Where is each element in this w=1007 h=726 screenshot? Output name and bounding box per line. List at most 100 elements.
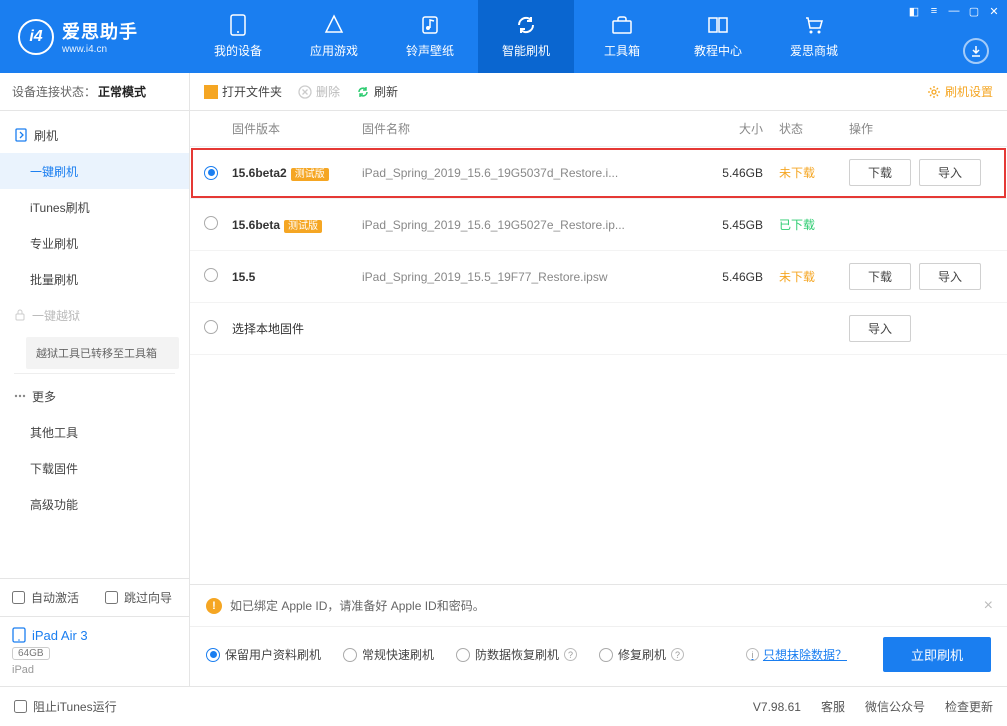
start-flash-button[interactable]: 立即刷机	[883, 637, 991, 672]
firmware-name: iPad_Spring_2019_15.6_19G5027e_Restore.i…	[362, 218, 691, 232]
toolbox-icon	[611, 14, 633, 36]
firmware-name: iPad_Spring_2019_15.5_19F77_Restore.ipsw	[362, 270, 691, 284]
firmware-size: 5.46GB	[691, 166, 763, 180]
more-icon	[14, 390, 26, 402]
auto-activate-label: 自动激活	[31, 589, 79, 606]
flash-icon	[14, 128, 28, 142]
sidebar-item-other-tools[interactable]: 其他工具	[0, 414, 189, 450]
logo-area: i4 爱思助手 www.i4.cn	[0, 0, 190, 73]
refresh-icon	[515, 14, 537, 36]
main-nav: 我的设备 应用游戏 铃声壁纸 智能刷机 工具箱 教程中心 爱思商城	[190, 0, 1007, 73]
sidebar-item-download-fw[interactable]: 下载固件	[0, 450, 189, 486]
download-button[interactable]: 下载	[849, 263, 911, 290]
block-itunes-label: 阻止iTunes运行	[33, 698, 117, 715]
nav-apps[interactable]: 应用游戏	[286, 0, 382, 73]
table-row[interactable]: 15.6beta 测试版 iPad_Spring_2019_15.6_19G5027…	[190, 199, 1007, 251]
close-icon[interactable]: ✕	[987, 4, 1001, 18]
col-size: 大小	[691, 120, 763, 137]
jailbreak-note: 越狱工具已转移至工具箱	[26, 337, 179, 369]
minimize-icon[interactable]: —	[947, 4, 961, 18]
wechat-link[interactable]: 微信公众号	[865, 698, 925, 715]
sidebar-jailbreak: 一键越狱	[0, 297, 189, 333]
col-status: 状态	[763, 120, 833, 137]
flash-options: 保留用户资料刷机 常规快速刷机 防数据恢复刷机? 修复刷机? i只想抹除数据？ …	[190, 626, 1007, 686]
auto-activate-checkbox[interactable]	[12, 591, 25, 604]
status-bar: 阻止iTunes运行 V7.98.61 客服 微信公众号 检查更新	[0, 686, 1007, 726]
sidebar-item-batch[interactable]: 批量刷机	[0, 261, 189, 297]
opt-repair[interactable]: 修复刷机?	[599, 646, 684, 663]
download-manager-icon[interactable]	[963, 38, 989, 64]
block-itunes-checkbox[interactable]	[14, 700, 27, 713]
tablet-icon	[12, 627, 26, 643]
help-icon[interactable]: ?	[564, 648, 577, 661]
download-button[interactable]: 下载	[849, 159, 911, 186]
table-row[interactable]: 15.5 iPad_Spring_2019_15.5_19F77_Restore.…	[190, 251, 1007, 303]
nav-tutorial[interactable]: 教程中心	[670, 0, 766, 73]
erase-link[interactable]: i只想抹除数据？	[746, 646, 847, 663]
support-link[interactable]: 客服	[821, 698, 845, 715]
opt-anti-recovery[interactable]: 防数据恢复刷机?	[456, 646, 577, 663]
table-header: 固件版本 固件名称 大小 状态 操作	[190, 111, 1007, 147]
row-radio[interactable]	[204, 166, 218, 180]
version-label: V7.98.61	[753, 700, 801, 714]
import-button[interactable]: 导入	[919, 159, 981, 186]
col-name: 固件名称	[362, 120, 691, 137]
book-icon	[707, 14, 729, 36]
refresh-button[interactable]: 刷新	[356, 83, 398, 100]
warning-icon: !	[206, 598, 222, 614]
flash-settings-button[interactable]: 刷机设置	[927, 83, 993, 100]
firmware-version: 15.6beta	[232, 218, 280, 232]
window-controls: ◧ ≡ — ▢ ✕	[907, 4, 1001, 18]
row-radio[interactable]	[204, 268, 218, 282]
warning-close-icon[interactable]: ×	[984, 597, 993, 615]
firmware-size: 5.46GB	[691, 270, 763, 284]
col-ops: 操作	[833, 120, 993, 137]
firmware-version: 15.6beta2	[232, 166, 287, 180]
music-icon	[419, 14, 441, 36]
table-row[interactable]: 15.6beta2测试版iPad_Spring_2019_15.6_19G503…	[190, 147, 1007, 199]
import-button[interactable]: 导入	[919, 263, 981, 290]
maximize-icon[interactable]: ▢	[967, 4, 981, 18]
check-update-link[interactable]: 检查更新	[945, 698, 993, 715]
nav-ringtone[interactable]: 铃声壁纸	[382, 0, 478, 73]
opt-normal[interactable]: 常规快速刷机	[343, 646, 434, 663]
skin-icon[interactable]: ◧	[907, 4, 921, 18]
status-badge: 未下载	[779, 270, 815, 284]
folder-icon	[204, 85, 218, 99]
local-radio[interactable]	[204, 320, 218, 334]
nav-my-device[interactable]: 我的设备	[190, 0, 286, 73]
row-radio[interactable]	[204, 216, 218, 230]
status-badge: 已下载	[779, 218, 815, 232]
toolbar: 打开文件夹 删除 刷新 刷机设置	[190, 73, 1007, 111]
col-version: 固件版本	[232, 120, 362, 137]
delete-icon	[298, 85, 312, 99]
beta-badge: 测试版	[284, 220, 322, 233]
menu-icon[interactable]: ≡	[927, 4, 941, 18]
import-local-button[interactable]: 导入	[849, 315, 911, 342]
open-folder-button[interactable]: 打开文件夹	[204, 83, 282, 100]
opt-keep-data[interactable]: 保留用户资料刷机	[206, 646, 321, 663]
phone-icon	[227, 14, 249, 36]
delete-button[interactable]: 删除	[298, 83, 340, 100]
sidebar-item-itunes[interactable]: iTunes刷机	[0, 189, 189, 225]
sidebar-more[interactable]: 更多	[0, 378, 189, 414]
main-panel: 打开文件夹 删除 刷新 刷机设置 固件版本 固件名称 大小 状态 操作 15.6…	[190, 73, 1007, 686]
sidebar-item-advanced[interactable]: 高级功能	[0, 486, 189, 522]
bottom-panel: ! 如已绑定 Apple ID，请准备好 Apple ID和密码。 × 保留用户…	[190, 584, 1007, 686]
nav-toolbox[interactable]: 工具箱	[574, 0, 670, 73]
firmware-version: 15.5	[232, 270, 255, 284]
beta-badge: 测试版	[291, 168, 329, 181]
sidebar-flash-root[interactable]: 刷机	[0, 117, 189, 153]
sidebar-item-pro[interactable]: 专业刷机	[0, 225, 189, 261]
status-badge: 未下载	[779, 166, 815, 180]
device-type: iPad	[12, 664, 177, 676]
nav-flash[interactable]: 智能刷机	[478, 0, 574, 73]
nav-store[interactable]: 爱思商城	[766, 0, 862, 73]
device-card[interactable]: iPad Air 3 64GB iPad	[0, 616, 189, 686]
sidebar-item-oneclick[interactable]: 一键刷机	[0, 153, 189, 189]
help-icon[interactable]: ?	[671, 648, 684, 661]
skip-guide-checkbox[interactable]	[105, 591, 118, 604]
connection-status: 设备连接状态： 正常模式	[0, 73, 189, 111]
apps-icon	[323, 14, 345, 36]
warning-bar: ! 如已绑定 Apple ID，请准备好 Apple ID和密码。 ×	[190, 585, 1007, 626]
